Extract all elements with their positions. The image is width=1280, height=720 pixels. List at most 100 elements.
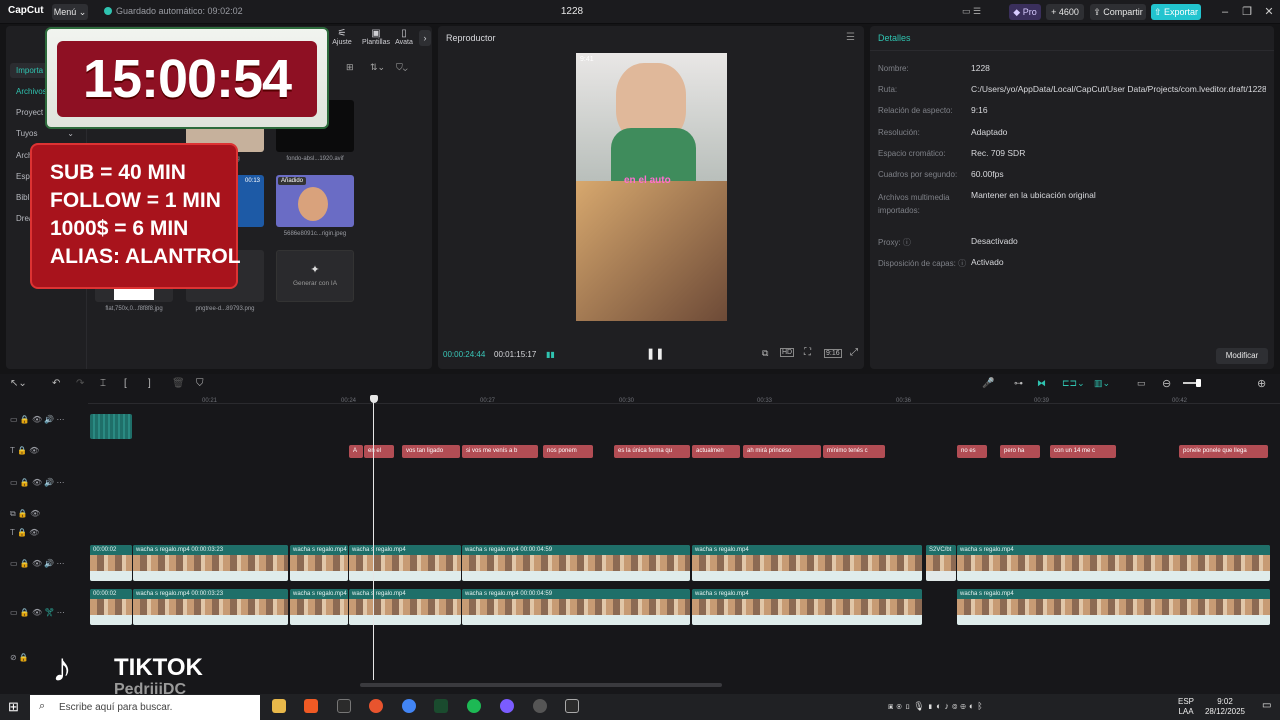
obs-icon[interactable] xyxy=(533,699,547,713)
video-clip[interactable]: wacha s regalo.mp4 xyxy=(349,545,461,581)
video-clip[interactable]: wacha s regalo.mp4 00:00:03:23 xyxy=(133,545,288,581)
caption-clip[interactable]: nos ponem xyxy=(543,445,593,458)
video-clip[interactable]: 00:00:02 xyxy=(90,545,132,581)
capcut-active-icon[interactable] xyxy=(565,699,579,713)
maximize-icon[interactable]: ❐ xyxy=(1237,4,1257,20)
pro-button[interactable]: ◆ Pro xyxy=(1009,4,1041,20)
track-controls[interactable]: T 🔒 👁 xyxy=(10,528,39,537)
quality-icon[interactable]: HD xyxy=(780,348,795,357)
caption-clip[interactable]: si vos me venís a b xyxy=(462,445,538,458)
split-icon[interactable]: ⌶ xyxy=(100,378,106,389)
taskbar-search[interactable]: ⌕ Escribe aquí para buscar. xyxy=(30,695,260,720)
redo-icon[interactable]: ↷ xyxy=(76,378,84,389)
video-clip[interactable]: wacha s regalo.mp4 00:00:03:23 xyxy=(133,589,288,625)
aspect-ratio-button[interactable]: 9:16 xyxy=(824,349,842,358)
modify-button[interactable]: Modificar xyxy=(1216,348,1268,364)
zoom-out-icon[interactable]: ⊖ xyxy=(1162,377,1171,390)
playhead-handle[interactable] xyxy=(370,395,378,403)
tab-plantillas[interactable]: ▣ Plantillas xyxy=(356,28,396,50)
delete-icon[interactable]: 🗑 xyxy=(172,378,185,389)
zoom-in-icon[interactable]: ⊕ xyxy=(1257,377,1266,390)
generate-ai-button[interactable]: ✦ Generar con IA xyxy=(276,250,354,302)
split-right-icon[interactable]: ] xyxy=(148,378,151,389)
media-thumb[interactable]: Añadido xyxy=(276,175,354,227)
playhead[interactable] xyxy=(373,398,374,680)
time-ruler[interactable] xyxy=(88,394,1280,404)
video-clip[interactable]: 00:00:02 xyxy=(90,589,132,625)
video-clip[interactable]: wacha s regalo.mp4 xyxy=(290,545,348,581)
export-button[interactable]: ⇧ Exportar xyxy=(1151,4,1201,20)
fit-icon[interactable]: ⛶ xyxy=(804,347,811,358)
caption-clip[interactable]: pero ha xyxy=(1000,445,1040,458)
audio-clip[interactable] xyxy=(90,414,132,439)
grid-view-icon[interactable]: ⊞ xyxy=(346,62,354,73)
select-tool-icon[interactable]: ↖⌄ xyxy=(10,378,27,389)
link-icon[interactable]: ⊶ xyxy=(1014,378,1023,389)
caption-clip[interactable]: en el xyxy=(364,445,394,458)
close-icon[interactable]: ✕ xyxy=(1259,4,1279,20)
menu-button[interactable]: Menú ⌄ xyxy=(52,4,88,20)
discord-icon[interactable] xyxy=(500,699,514,713)
windows-start-icon[interactable]: ⊞ xyxy=(8,699,19,715)
caption-clip[interactable]: mínimo tenés c xyxy=(823,445,885,458)
player-menu-icon[interactable]: ☰ xyxy=(846,32,855,43)
track-controls[interactable]: ⧉ 🔒 👁 xyxy=(10,509,40,519)
undo-icon[interactable]: ↶ xyxy=(52,378,60,389)
marker-icon[interactable]: ⛉ xyxy=(196,378,204,389)
caption-clip[interactable]: no es xyxy=(957,445,987,458)
video-clip[interactable]: wacha s regalo.mp4 xyxy=(957,545,1270,581)
video-clip[interactable]: wacha s regalo.mp4 00:00:04:59 xyxy=(462,545,690,581)
video-clip[interactable]: wacha s regalo.mp4 xyxy=(957,589,1270,625)
snap-icon[interactable]: ⊏⊐⌄ xyxy=(1062,378,1085,389)
caption-clip[interactable]: A xyxy=(349,445,363,458)
track-controls[interactable]: ▭ 🔒 👁 🔊 ⋯ xyxy=(10,559,65,568)
caption-clip[interactable]: ponele ponele que llega xyxy=(1179,445,1268,458)
video-clip[interactable]: wacha s regalo.mp4 xyxy=(692,589,922,625)
track-controls[interactable]: ⊘ 🔒 xyxy=(10,653,29,662)
tab-avatar[interactable]: ▯ Avata xyxy=(392,28,416,50)
video-clip[interactable]: S2VC/bt xyxy=(926,545,956,581)
brave-icon[interactable] xyxy=(304,699,318,713)
caption-clip[interactable]: con un 14 me c xyxy=(1050,445,1116,458)
zoom-slider-handle[interactable] xyxy=(1196,379,1201,387)
caption-clip[interactable]: actualmen xyxy=(692,445,740,458)
file-explorer-icon[interactable] xyxy=(272,699,286,713)
pause-icon[interactable]: ❚❚ xyxy=(646,347,664,360)
timeline-scrollbar[interactable] xyxy=(360,683,722,687)
video-clip[interactable]: wacha s regalo.mp4 xyxy=(290,589,348,625)
caption-clip[interactable]: vos tan ligado xyxy=(402,445,460,458)
clock[interactable]: 9:02 28/12/2025 xyxy=(1198,697,1252,717)
system-tray-icons[interactable]: ▣◉▯🎙▮◐♪◎⊕◐ᛒ xyxy=(888,701,986,712)
magnet-icon[interactable]: ⧓ xyxy=(1037,378,1046,389)
firefox-icon[interactable] xyxy=(369,699,383,713)
capcut-icon[interactable] xyxy=(337,699,351,713)
track-controls[interactable]: ▭ 🔒 👁 ✂ ⋯ xyxy=(10,608,65,617)
credits-button[interactable]: + 4600 xyxy=(1046,4,1084,20)
caption-icon[interactable]: ▭ xyxy=(1137,378,1146,389)
notifications-icon[interactable]: ▭ xyxy=(1262,700,1271,711)
minimize-icon[interactable]: – xyxy=(1215,4,1235,20)
track-controls[interactable]: T 🔒 👁 xyxy=(10,446,39,455)
fullscreen-icon[interactable]: ⤢ xyxy=(850,347,858,358)
ratio-icon[interactable]: ⧉ xyxy=(762,348,768,359)
caption-clip[interactable]: es la única forma qu xyxy=(614,445,690,458)
info-icon[interactable]: ⓘ xyxy=(958,259,966,268)
mic-icon[interactable]: 🎤 xyxy=(982,378,994,389)
layout-icon[interactable]: ▭ ☰ xyxy=(962,6,1002,18)
split-left-icon[interactable]: [ xyxy=(124,378,127,389)
chrome-icon[interactable] xyxy=(402,699,416,713)
sort-icon[interactable]: ⇅⌄ xyxy=(370,62,385,73)
language-indicator[interactable]: ESP LAA xyxy=(1178,697,1194,717)
filter-icon[interactable]: ⛉⌄ xyxy=(396,62,408,73)
caption-clip[interactable]: ah mirá princeso xyxy=(743,445,821,458)
tabs-scroll-right-icon[interactable]: › xyxy=(419,30,431,46)
track-controls[interactable]: ▭ 🔒 👁 🔊 ⋯ xyxy=(10,478,65,487)
track-controls[interactable]: ▭ 🔒 👁 🔊 ⋯ xyxy=(10,415,65,424)
share-button[interactable]: ⇪ Compartir xyxy=(1090,4,1146,20)
spotify-icon[interactable] xyxy=(467,699,481,713)
video-clip[interactable]: wacha s regalo.mp4 xyxy=(692,545,922,581)
info-icon[interactable]: ⓘ xyxy=(903,238,911,247)
video-clip[interactable]: wacha s regalo.mp4 00:00:04:59 xyxy=(462,589,690,625)
video-clip[interactable]: wacha s regalo.mp4 xyxy=(349,589,461,625)
app-icon[interactable] xyxy=(434,699,448,713)
